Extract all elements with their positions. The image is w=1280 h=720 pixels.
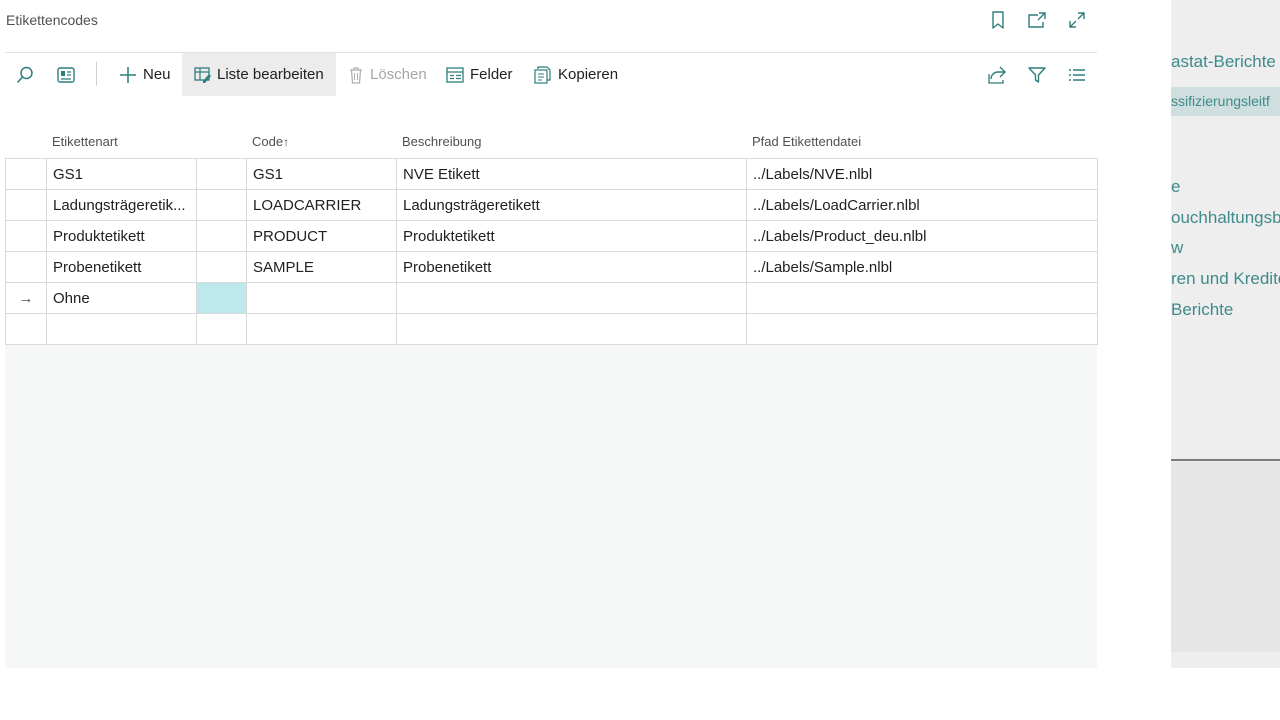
cell-code[interactable]: LOADCARRIER bbox=[246, 189, 397, 221]
edit-list-label: Liste bearbeiten bbox=[217, 66, 324, 83]
cell-type[interactable]: Probenetikett bbox=[46, 251, 197, 283]
row-marker[interactable] bbox=[5, 313, 47, 345]
bg-divider bbox=[1171, 459, 1280, 461]
table-row[interactable]: Produktetikett PRODUCT Produktetikett ..… bbox=[5, 220, 1098, 252]
column-header-code[interactable]: Code↑ bbox=[252, 134, 289, 149]
bg-nav-item: ssifizierungsleitf bbox=[1171, 93, 1270, 109]
cell-path[interactable]: ../Labels/Sample.nlbl bbox=[746, 251, 1098, 283]
label-codes-dialog: Etikettencodes Neu Liste bearbeiten Lösc… bbox=[0, 0, 1171, 720]
cell-selected[interactable] bbox=[196, 282, 247, 314]
cell-code[interactable] bbox=[246, 282, 397, 314]
cell-code[interactable] bbox=[246, 313, 397, 345]
delete-button[interactable]: Löschen bbox=[348, 53, 427, 96]
fields-icon bbox=[446, 66, 464, 83]
cell-description[interactable]: NVE Etikett bbox=[396, 158, 747, 190]
bg-highlighted-item: ssifizierungsleitf bbox=[1171, 87, 1280, 116]
table-row[interactable]: Probenetikett SAMPLE Probenetikett ../La… bbox=[5, 251, 1098, 283]
action-bar: Neu Liste bearbeiten Löschen Felder Kopi… bbox=[5, 52, 1097, 97]
column-header-type[interactable]: Etikettenart bbox=[52, 134, 118, 149]
cell-blank[interactable] bbox=[196, 189, 247, 221]
list-icon bbox=[1069, 68, 1085, 81]
view-layout-button[interactable] bbox=[56, 53, 82, 96]
edit-list-icon bbox=[194, 67, 211, 83]
edit-list-button[interactable]: Liste bearbeiten bbox=[182, 53, 336, 96]
cell-blank[interactable] bbox=[196, 313, 247, 345]
cell-path[interactable] bbox=[746, 282, 1098, 314]
background-page: astat-Berichte ssifizierungsleitf e ouch… bbox=[1171, 0, 1280, 668]
row-marker[interactable] bbox=[5, 158, 47, 190]
table-row-active[interactable]: → Ohne bbox=[5, 282, 1098, 314]
delete-label: Löschen bbox=[370, 66, 427, 83]
label-codes-table: GS1 GS1 NVE Etikett ../Labels/NVE.nlbl L… bbox=[5, 158, 1098, 345]
filter-icon bbox=[1028, 66, 1046, 83]
cell-description[interactable] bbox=[396, 313, 747, 345]
bg-nav-item: ren und Kredito bbox=[1171, 269, 1280, 288]
cell-type[interactable]: GS1 bbox=[46, 158, 197, 190]
table-row[interactable]: GS1 GS1 NVE Etikett ../Labels/NVE.nlbl bbox=[5, 158, 1098, 190]
bookmark-icon[interactable] bbox=[986, 8, 1010, 32]
cell-type[interactable] bbox=[46, 313, 197, 345]
column-header-path[interactable]: Pfad Etikettendatei bbox=[752, 134, 861, 149]
copy-icon bbox=[534, 65, 551, 84]
search-icon bbox=[16, 66, 33, 83]
header-area: Etikettenart Code↑ Beschreibung Pfad Eti… bbox=[5, 96, 1097, 158]
bg-nav-item: Berichte bbox=[1171, 300, 1234, 319]
cell-blank[interactable] bbox=[196, 220, 247, 252]
bg-nav-item: astat-Berichte bbox=[1171, 52, 1276, 71]
row-marker[interactable] bbox=[5, 220, 47, 252]
current-row-arrow-icon: → bbox=[5, 282, 47, 314]
table-row[interactable]: Ladungsträgeretik... LOADCARRIER Ladungs… bbox=[5, 189, 1098, 221]
cell-path[interactable]: ../Labels/NVE.nlbl bbox=[746, 158, 1098, 190]
cell-type[interactable]: Produktetikett bbox=[46, 220, 197, 252]
cell-type[interactable]: Ladungsträgeretik... bbox=[46, 189, 197, 221]
share-button[interactable] bbox=[987, 53, 1013, 96]
cell-description[interactable]: Ladungsträgeretikett bbox=[396, 189, 747, 221]
cell-description[interactable]: Probenetikett bbox=[396, 251, 747, 283]
toolbar-divider bbox=[96, 62, 97, 86]
bg-nav-item: w bbox=[1171, 238, 1184, 257]
bg-panel bbox=[1171, 462, 1280, 652]
cell-description[interactable]: Produktetikett bbox=[396, 220, 747, 252]
row-marker[interactable] bbox=[5, 189, 47, 221]
page-title: Etikettencodes bbox=[6, 12, 98, 28]
cell-code[interactable]: SAMPLE bbox=[246, 251, 397, 283]
copy-button[interactable]: Kopieren bbox=[534, 53, 618, 96]
new-label: Neu bbox=[143, 66, 171, 83]
bg-nav-item: e bbox=[1171, 177, 1181, 196]
cell-path[interactable]: ../Labels/LoadCarrier.nlbl bbox=[746, 189, 1098, 221]
cell-type[interactable]: Ohne bbox=[46, 282, 197, 314]
trash-icon bbox=[350, 66, 362, 84]
cell-code[interactable]: GS1 bbox=[246, 158, 397, 190]
open-new-window-icon[interactable] bbox=[1025, 8, 1049, 32]
column-header-description[interactable]: Beschreibung bbox=[402, 134, 482, 149]
layout-icon bbox=[57, 66, 75, 83]
plus-icon bbox=[120, 66, 136, 83]
table-row-new[interactable] bbox=[5, 313, 1098, 345]
list-view-button[interactable] bbox=[1068, 53, 1092, 96]
row-marker[interactable] bbox=[5, 251, 47, 283]
expand-icon[interactable] bbox=[1065, 8, 1089, 32]
cell-blank[interactable] bbox=[196, 158, 247, 190]
cell-path[interactable] bbox=[746, 313, 1098, 345]
search-button[interactable] bbox=[15, 53, 41, 96]
new-button[interactable]: Neu bbox=[119, 53, 171, 96]
cell-description[interactable] bbox=[396, 282, 747, 314]
share-icon bbox=[988, 66, 1006, 84]
bg-nav-item: ouchhaltungsb bbox=[1171, 208, 1280, 227]
cell-path[interactable]: ../Labels/Product_deu.nlbl bbox=[746, 220, 1098, 252]
fields-label: Felder bbox=[470, 66, 513, 83]
column-header-code-label: Code bbox=[252, 134, 284, 149]
copy-label: Kopieren bbox=[558, 66, 619, 83]
fields-button[interactable]: Felder bbox=[446, 53, 513, 96]
cell-code[interactable]: PRODUCT bbox=[246, 220, 397, 252]
filter-button[interactable] bbox=[1028, 53, 1052, 96]
cell-blank[interactable] bbox=[196, 251, 247, 283]
sort-ascending-icon: ↑ bbox=[283, 135, 290, 149]
